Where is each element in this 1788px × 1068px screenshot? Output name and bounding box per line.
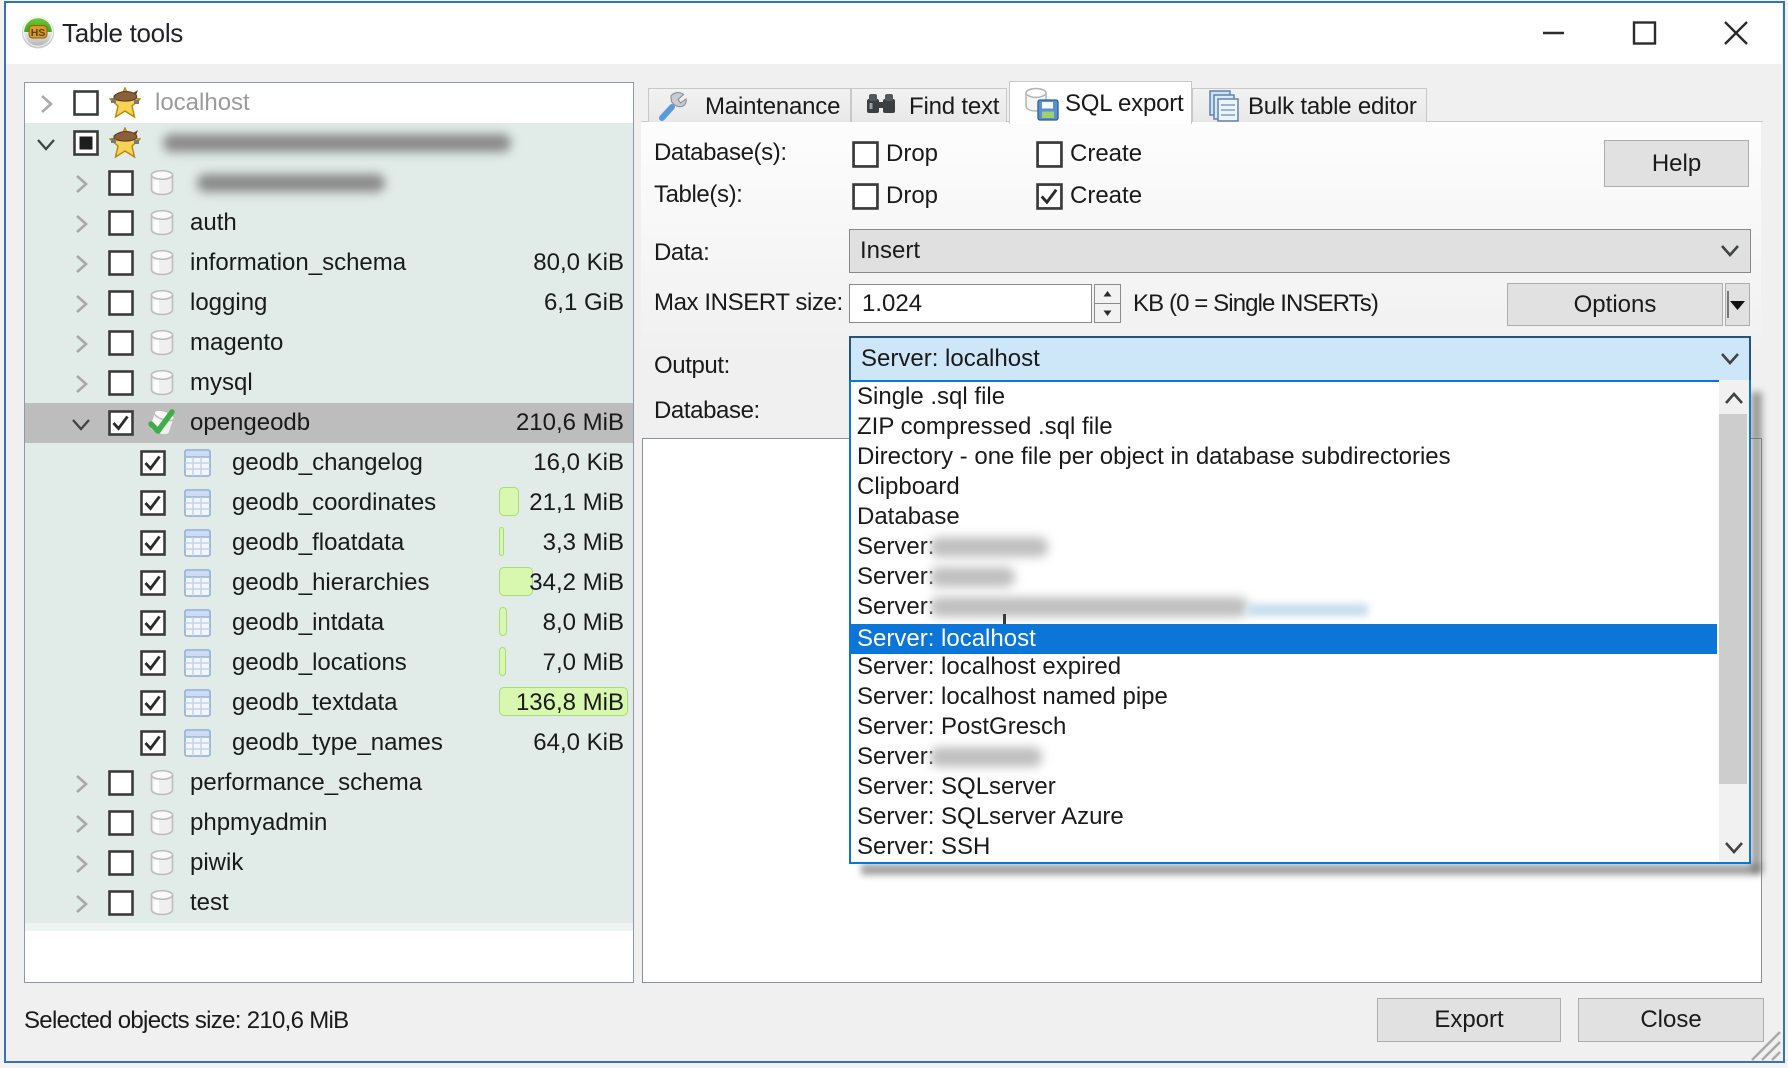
svg-text:HS: HS xyxy=(31,27,46,39)
